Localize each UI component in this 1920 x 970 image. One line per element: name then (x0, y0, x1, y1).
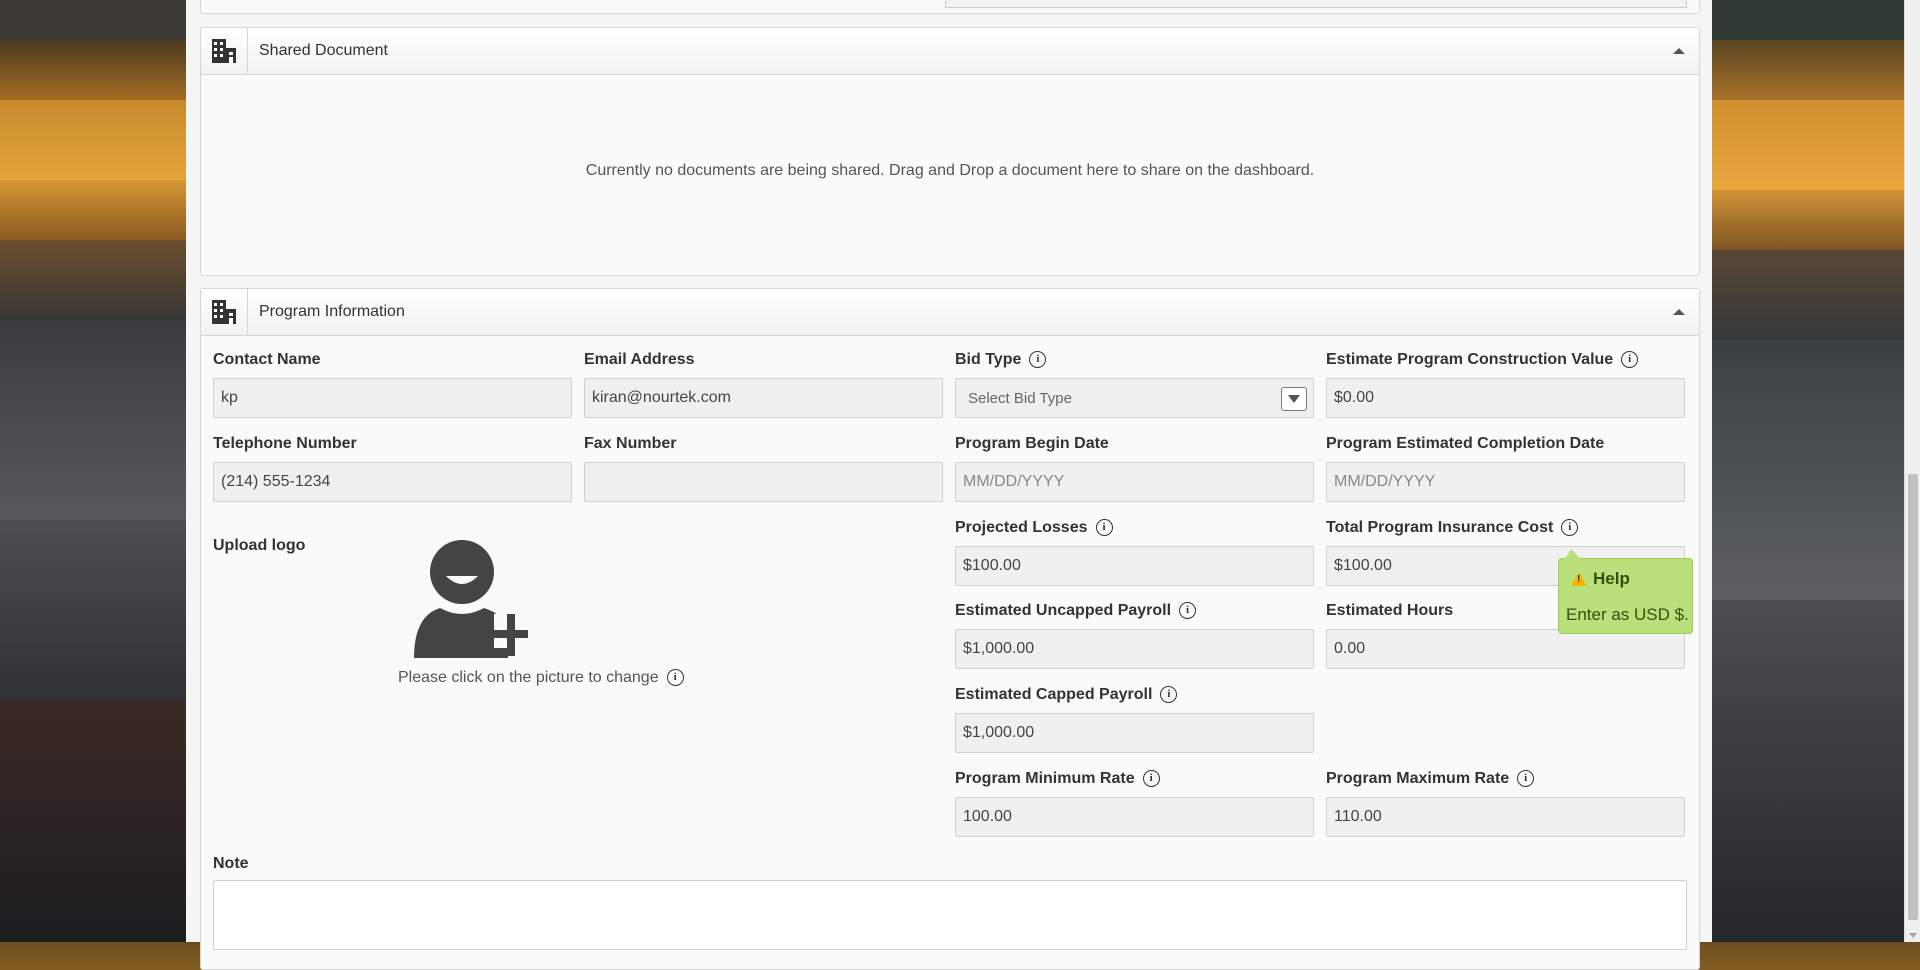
upload-logo-caption-text: Please click on the picture to change (398, 669, 659, 686)
projected-losses-input[interactable] (955, 546, 1314, 586)
projected-losses-label: Projected Losses i (955, 519, 1113, 537)
help-tooltip-title-text: Help (1593, 569, 1630, 588)
capped-payroll-label: Estimated Capped Payroll i (955, 686, 1178, 704)
construction-value-input[interactable] (1326, 378, 1685, 418)
estimated-hours-input[interactable] (1326, 629, 1685, 669)
help-tooltip-title: Help (1571, 569, 1630, 589)
email-address-label: Email Address (584, 351, 695, 368)
shared-document-header[interactable]: Shared Document (201, 28, 1699, 75)
info-icon[interactable]: i (1561, 519, 1579, 537)
info-icon[interactable]: i (1621, 351, 1639, 369)
contact-name-input[interactable] (213, 378, 572, 418)
estimated-hours-label: Estimated Hours (1326, 602, 1454, 619)
main-content: Shared Document Currently no documents a… (186, 0, 1712, 970)
background-image-right (1712, 0, 1908, 942)
capped-payroll-label-text: Estimated Capped Payroll (955, 686, 1153, 703)
program-completion-date-input[interactable] (1326, 462, 1685, 502)
warning-icon (1571, 572, 1587, 586)
chevron-down-icon[interactable] (1281, 387, 1307, 411)
scrollbar-thumb[interactable] (1908, 474, 1918, 920)
info-icon[interactable]: i (1517, 770, 1535, 788)
info-icon[interactable]: i (1179, 602, 1197, 620)
capped-payroll-input[interactable] (955, 713, 1314, 753)
bid-type-label: Bid Type i (955, 351, 1047, 369)
uncapped-payroll-label: Estimated Uncapped Payroll i (955, 602, 1197, 620)
note-textarea[interactable] (213, 880, 1687, 950)
program-begin-date-input[interactable] (955, 462, 1314, 502)
collapse-caret-icon[interactable] (1673, 309, 1685, 315)
fax-number-label: Fax Number (584, 435, 677, 452)
previous-panel-field (945, 0, 1687, 8)
bid-type-selected-value: Select Bid Type (968, 389, 1072, 407)
building-icon (201, 289, 248, 335)
info-icon[interactable]: i (1160, 686, 1178, 704)
program-information-title: Program Information (259, 303, 405, 320)
bid-type-select[interactable]: Select Bid Type (955, 378, 1314, 418)
program-information-header[interactable]: Program Information (201, 289, 1699, 336)
program-begin-date-label: Program Begin Date (955, 435, 1109, 452)
construction-value-label: Estimate Program Construction Value i (1326, 351, 1639, 369)
contact-name-label: Contact Name (213, 351, 321, 368)
telephone-number-label: Telephone Number (213, 435, 357, 452)
minimum-rate-input[interactable] (955, 797, 1314, 837)
info-icon[interactable]: i (1142, 770, 1160, 788)
projected-losses-label-text: Projected Losses (955, 519, 1088, 536)
info-icon[interactable]: i (666, 669, 684, 687)
uncapped-payroll-input[interactable] (955, 629, 1314, 669)
program-completion-date-label: Program Estimated Completion Date (1326, 435, 1605, 452)
fax-number-input[interactable] (584, 462, 943, 502)
maximum-rate-label-text: Program Maximum Rate (1326, 770, 1510, 787)
uncapped-payroll-label-text: Estimated Uncapped Payroll (955, 602, 1172, 619)
bid-type-label-text: Bid Type (955, 351, 1022, 368)
construction-value-label-text: Estimate Program Construction Value (1326, 351, 1614, 368)
help-tooltip: Help Enter as USD $. (1558, 549, 1693, 634)
shared-document-title: Shared Document (259, 42, 388, 59)
telephone-number-input[interactable] (213, 462, 572, 502)
info-icon[interactable]: i (1095, 519, 1113, 537)
page-scrollbar[interactable] (1904, 0, 1920, 942)
minimum-rate-label-text: Program Minimum Rate (955, 770, 1135, 787)
total-insurance-cost-label-text: Total Program Insurance Cost (1326, 519, 1554, 536)
collapse-caret-icon[interactable] (1673, 48, 1685, 54)
minimum-rate-label: Program Minimum Rate i (955, 770, 1160, 788)
upload-logo-caption: Please click on the picture to change i (398, 669, 684, 687)
add-user-icon[interactable] (412, 536, 532, 660)
total-insurance-cost-label: Total Program Insurance Cost i (1326, 519, 1579, 537)
help-tooltip-body: Enter as USD $. (1566, 605, 1689, 624)
previous-panel-bottom (200, 0, 1700, 14)
email-address-input[interactable] (584, 378, 943, 418)
maximum-rate-input[interactable] (1326, 797, 1685, 837)
scroll-down-arrow-icon[interactable] (1909, 933, 1917, 938)
background-image-left (0, 0, 186, 942)
shared-document-panel: Shared Document Currently no documents a… (200, 27, 1700, 276)
maximum-rate-label: Program Maximum Rate i (1326, 770, 1535, 788)
shared-document-dropzone[interactable]: Currently no documents are being shared.… (201, 162, 1699, 180)
info-icon[interactable]: i (1029, 351, 1047, 369)
note-label: Note (213, 855, 249, 872)
building-icon (201, 28, 248, 74)
upload-logo-label: Upload logo (213, 537, 306, 554)
